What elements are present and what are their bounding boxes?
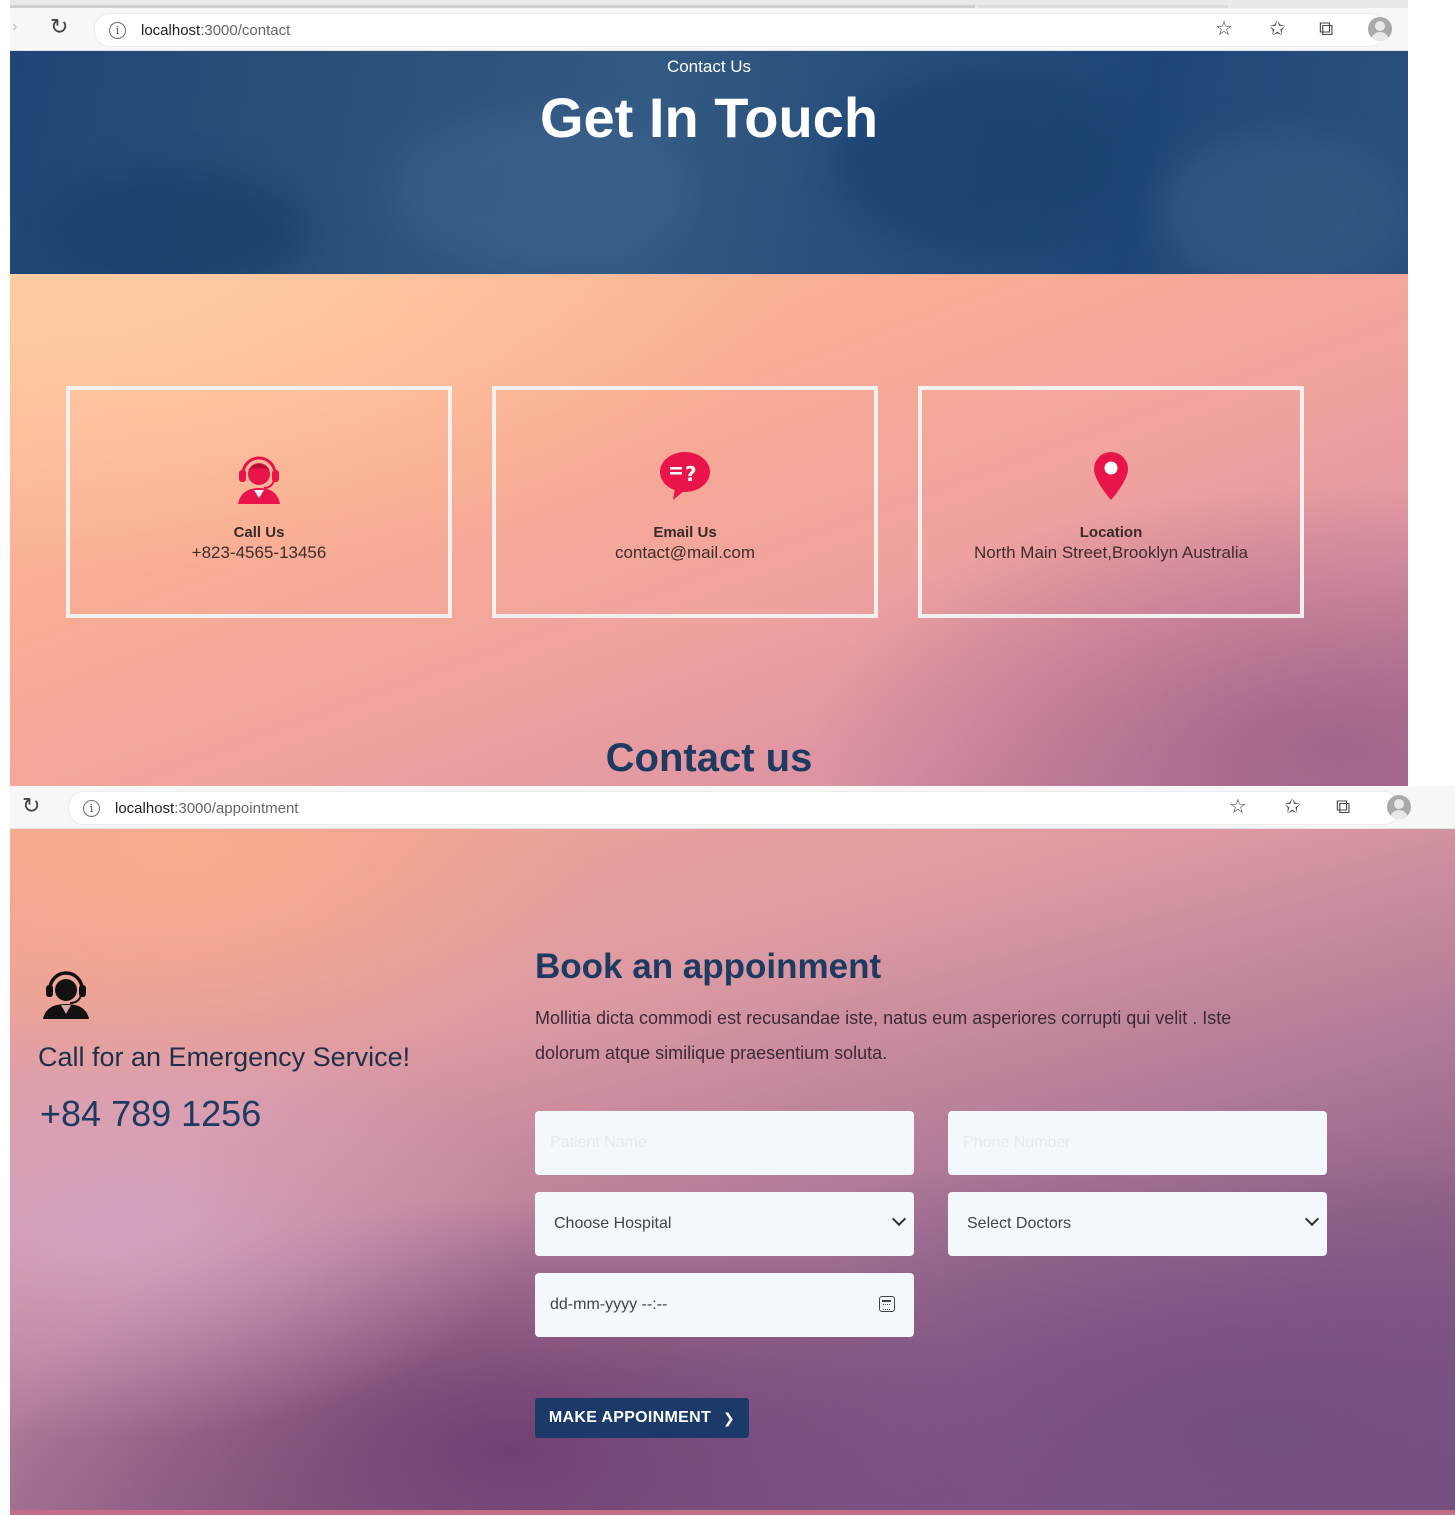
- address-url[interactable]: localhost:3000/appointment: [115, 800, 298, 817]
- hero-subtitle: Contact Us: [666, 57, 752, 76]
- select-value: Choose Hospital: [554, 1215, 672, 1232]
- svg-text:?: ?: [685, 462, 697, 486]
- location-card: Location North Main Street,Brooklyn Aust…: [918, 386, 1304, 618]
- make-appointment-button[interactable]: MAKE APPOINMENT ❯: [535, 1398, 749, 1438]
- support-agent-icon: [40, 967, 92, 1024]
- calendar-icon[interactable]: [879, 1296, 895, 1312]
- emergency-title: Call for an Emergency Service!: [38, 1042, 411, 1072]
- forward-icon[interactable]: ›: [12, 18, 17, 36]
- profile-avatar[interactable]: [1387, 795, 1411, 819]
- chevron-down-icon: [891, 1211, 907, 1227]
- browser-toolbar: › ↻ i localhost:3000/contact ☆ ✩ ⧉: [10, 0, 1408, 51]
- address-bar[interactable]: i localhost:3000/contact: [94, 13, 1386, 47]
- reload-icon[interactable]: ↻: [22, 795, 40, 817]
- hero-banner: Contact Us Get In Touch: [10, 51, 1408, 274]
- headset-agent-icon: [70, 450, 448, 504]
- emergency-phone: +84 789 1256: [40, 1093, 262, 1134]
- site-info-icon[interactable]: i: [109, 21, 126, 39]
- email-question-icon: ?: [496, 450, 874, 504]
- appointment-section: Call for an Emergency Service! +84 789 1…: [10, 829, 1455, 1515]
- tab-strip: [10, 0, 1408, 8]
- tab-indicator: [10, 5, 975, 8]
- contact-window: › ↻ i localhost:3000/contact ☆ ✩ ⧉ Conta…: [10, 0, 1408, 786]
- hospital-select[interactable]: Choose Hospital: [535, 1192, 914, 1256]
- booking-title: Book an appoinment: [535, 947, 882, 986]
- email-us-card: ? Email Us contact@mail.com: [492, 386, 878, 618]
- doctor-select[interactable]: Select Doctors: [948, 1192, 1327, 1256]
- favorites-icon[interactable]: ✩: [1284, 797, 1301, 817]
- chevron-right-icon: ❯: [723, 1409, 736, 1426]
- button-label: MAKE APPOINMENT: [548, 1409, 712, 1426]
- collections-icon[interactable]: ⧉: [1336, 797, 1350, 817]
- tab-indicator: [978, 5, 1228, 8]
- hero-title: Get In Touch: [539, 86, 879, 149]
- add-favorite-icon[interactable]: ☆: [1229, 797, 1247, 817]
- location-pin-icon: [922, 450, 1300, 504]
- input-placeholder: Phone Number: [963, 1134, 1071, 1151]
- address-value: North Main Street,Brooklyn Australia: [973, 543, 1248, 562]
- email-value: contact@mail.com: [614, 543, 756, 562]
- address-url[interactable]: localhost:3000/contact: [141, 22, 290, 39]
- contact-info-section: Call Us +823-4565-13456 ? Email Us conta…: [10, 274, 1408, 786]
- card-title: Call Us: [233, 524, 285, 541]
- booking-description: Mollitia dicta commodi est recusandae is…: [535, 1008, 1232, 1063]
- patient-name-input[interactable]: Patient Name: [535, 1111, 914, 1175]
- add-favorite-icon[interactable]: ☆: [1215, 19, 1233, 39]
- call-us-card: Call Us +823-4565-13456: [66, 386, 452, 618]
- datetime-input[interactable]: dd-mm-yyyy --:--: [535, 1273, 914, 1337]
- phone-value: +823-4565-13456: [191, 543, 327, 562]
- site-info-icon[interactable]: i: [83, 799, 100, 817]
- profile-avatar[interactable]: [1368, 17, 1392, 41]
- favorites-icon[interactable]: ✩: [1269, 19, 1286, 39]
- collections-icon[interactable]: ⧉: [1319, 19, 1333, 39]
- hero-bg-shape: [50, 171, 310, 274]
- datetime-placeholder: dd-mm-yyyy --:--: [550, 1296, 668, 1313]
- select-value: Select Doctors: [967, 1215, 1072, 1232]
- browser-toolbar: ↻ i localhost:3000/appointment ☆ ✩ ⧉: [10, 786, 1455, 829]
- card-title: Email Us: [653, 524, 717, 541]
- card-title: Location: [1079, 524, 1143, 541]
- hero-bg-shape: [1160, 131, 1400, 274]
- appointment-window: ↻ i localhost:3000/appointment ☆ ✩ ⧉ Cal…: [10, 786, 1455, 1515]
- phone-number-input[interactable]: Phone Number: [948, 1111, 1327, 1175]
- address-bar[interactable]: i localhost:3000/appointment: [68, 791, 1400, 825]
- section-heading: Contact us: [605, 736, 813, 780]
- reload-icon[interactable]: ↻: [50, 16, 68, 38]
- footer-strip: [10, 1510, 1455, 1515]
- chevron-down-icon: [1304, 1211, 1320, 1227]
- input-placeholder: Patient Name: [550, 1134, 647, 1151]
